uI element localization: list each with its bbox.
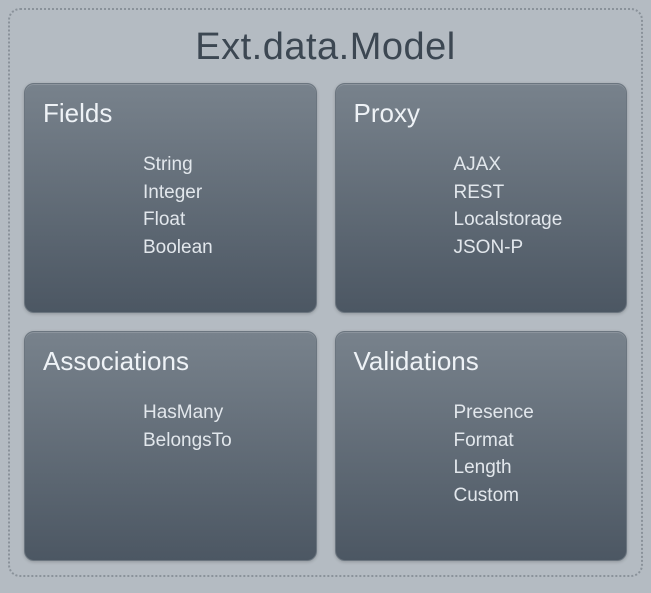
card-items: HasMany BelongsTo bbox=[143, 399, 298, 454]
card-title: Validations bbox=[354, 346, 609, 377]
list-item: Length bbox=[454, 454, 609, 482]
card-title: Associations bbox=[43, 346, 298, 377]
card-items: AJAX REST Localstorage JSON-P bbox=[454, 151, 609, 261]
list-item: REST bbox=[454, 179, 609, 207]
card-items: String Integer Float Boolean bbox=[143, 151, 298, 261]
diagram-title: Ext.data.Model bbox=[24, 26, 627, 69]
card-proxy: Proxy AJAX REST Localstorage JSON-P bbox=[335, 83, 628, 313]
list-item: Float bbox=[143, 206, 298, 234]
card-title: Fields bbox=[43, 98, 298, 129]
list-item: BelongsTo bbox=[143, 427, 298, 455]
list-item: AJAX bbox=[454, 151, 609, 179]
card-associations: Associations HasMany BelongsTo bbox=[24, 331, 317, 561]
card-title: Proxy bbox=[354, 98, 609, 129]
list-item: Localstorage bbox=[454, 206, 609, 234]
card-items: Presence Format Length Custom bbox=[454, 399, 609, 509]
list-item: String bbox=[143, 151, 298, 179]
list-item: Custom bbox=[454, 482, 609, 510]
card-fields: Fields String Integer Float Boolean bbox=[24, 83, 317, 313]
card-validations: Validations Presence Format Length Custo… bbox=[335, 331, 628, 561]
list-item: JSON-P bbox=[454, 234, 609, 262]
card-grid: Fields String Integer Float Boolean Prox… bbox=[24, 83, 627, 561]
list-item: HasMany bbox=[143, 399, 298, 427]
list-item: Format bbox=[454, 427, 609, 455]
list-item: Integer bbox=[143, 179, 298, 207]
list-item: Boolean bbox=[143, 234, 298, 262]
model-diagram: Ext.data.Model Fields String Integer Flo… bbox=[8, 8, 643, 577]
list-item: Presence bbox=[454, 399, 609, 427]
